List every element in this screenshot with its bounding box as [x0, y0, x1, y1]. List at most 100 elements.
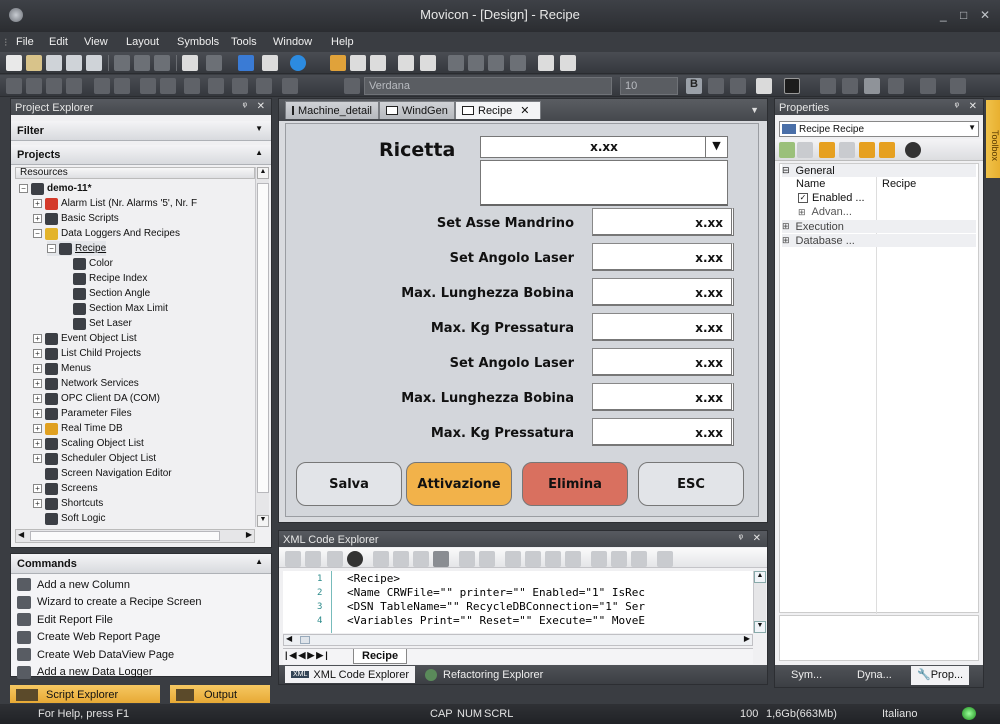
find-icon[interactable] [510, 55, 526, 71]
screen-icon[interactable] [262, 55, 278, 71]
tree-item[interactable]: + Screens [33, 481, 98, 496]
expand-icon[interactable]: + [33, 199, 42, 208]
expand-icon[interactable]: + [33, 484, 42, 493]
tree-item[interactable]: Screen Navigation Editor [33, 466, 172, 481]
menu-tools[interactable]: Tools [231, 36, 257, 48]
tab-machine-detail[interactable]: Machine_detail [285, 101, 379, 119]
copy-icon[interactable] [393, 551, 409, 567]
close-button[interactable]: ✕ [980, 8, 990, 22]
command-item[interactable]: Create Web Report Page [17, 629, 160, 646]
print-preview-icon[interactable] [538, 55, 554, 71]
space-h-icon[interactable] [184, 78, 200, 94]
scroll-right-icon[interactable]: ▶ [246, 530, 252, 539]
tree-item[interactable]: + Scaling Object List [33, 436, 144, 451]
tree-item[interactable]: − Recipe [47, 241, 107, 256]
sheet-tab-recipe[interactable]: Recipe [353, 649, 408, 664]
align-left-icon[interactable] [6, 78, 22, 94]
help-icon[interactable] [560, 55, 576, 71]
copy-icon[interactable] [134, 55, 150, 71]
expand-icon[interactable]: + [33, 409, 42, 418]
toolbox-strip[interactable]: Toolbox [986, 100, 1000, 178]
symbols-tab[interactable]: Sym... [785, 667, 828, 685]
tree-item[interactable]: Section Max Limit [61, 301, 168, 316]
close-panel-icon[interactable]: ✕ [257, 101, 265, 112]
move-icon[interactable] [232, 78, 248, 94]
text-left-icon[interactable] [820, 78, 836, 94]
xml-code-explorer-tab[interactable]: XML XML Code Explorer [285, 666, 415, 683]
cut-icon[interactable] [114, 55, 130, 71]
category-execution[interactable]: ⊞ Execution [782, 220, 976, 233]
dynamic-tab[interactable]: Dyna... [851, 667, 898, 685]
field-value-input[interactable]: x.xx [592, 278, 734, 306]
expand-icon[interactable]: + [33, 349, 42, 358]
expand-icon[interactable]: + [33, 334, 42, 343]
expand-icon[interactable]: ⊞ [782, 235, 790, 246]
chevron-up-icon[interactable]: ▲ [255, 557, 263, 566]
tab-recipe[interactable]: Recipe ✕ [455, 101, 541, 119]
expand-icon[interactable]: ⊞ [798, 207, 806, 218]
h-scroll-thumb[interactable] [30, 531, 220, 541]
font-icon[interactable] [344, 78, 360, 94]
pin-icon[interactable]: ᵠ [739, 533, 743, 544]
tree-item[interactable]: + Event Object List [33, 331, 137, 346]
combo-chevron-icon[interactable]: ▼ [705, 137, 727, 157]
help-icon[interactable] [905, 142, 921, 158]
apply-icon[interactable] [779, 142, 795, 158]
collapse-icon[interactable]: − [47, 244, 56, 253]
tree-item[interactable]: + Shortcuts [33, 496, 103, 511]
redo-icon[interactable] [479, 551, 495, 567]
sheet-nav-icon[interactable]: |◀◀▶▶| [285, 650, 330, 661]
align-right-icon[interactable] [26, 78, 42, 94]
bookmark-prev-icon[interactable] [545, 551, 561, 567]
prop-enabled[interactable]: ✓ Enabled ... [798, 192, 865, 204]
tab-list-chevron-icon[interactable]: ▼ [750, 105, 759, 115]
align-top-icon[interactable] [46, 78, 62, 94]
alphabetical-icon[interactable] [839, 142, 855, 158]
expand-icon[interactable]: + [33, 364, 42, 373]
filter-section[interactable]: Filter ▼ [11, 121, 271, 141]
projects-section[interactable]: Projects ▲ [11, 145, 271, 165]
menu-layout[interactable]: Layout [126, 36, 159, 48]
font-size-combo[interactable]: 10 [620, 77, 678, 95]
command-item[interactable]: Wizard to create a Recipe Screen [17, 594, 201, 611]
save-icon[interactable] [46, 55, 62, 71]
same-size-icon[interactable] [94, 78, 110, 94]
tree-item[interactable]: − demo-11* [19, 181, 91, 196]
category-database[interactable]: ⊞ Database ... [782, 234, 976, 247]
line-color-icon[interactable] [784, 78, 800, 94]
tree-item[interactable]: Set Laser [61, 316, 132, 331]
tree-item[interactable]: + Alarm List (Nr. Alarms '5', Nr. F [33, 196, 197, 211]
cancel-icon[interactable] [305, 551, 321, 567]
scroll-right-icon[interactable]: ▶ [744, 634, 750, 643]
maximize-button[interactable]: □ [960, 8, 967, 22]
link-icon[interactable] [468, 55, 484, 71]
zoom-icon[interactable] [950, 78, 966, 94]
recipe-combo[interactable]: x.xx ▼ [480, 136, 728, 158]
expand-icon[interactable]: + [33, 499, 42, 508]
bookmark-clear-icon[interactable] [565, 551, 581, 567]
tree-item[interactable]: + Real Time DB [33, 421, 123, 436]
print-icon[interactable] [657, 551, 673, 567]
expand-icon[interactable]: + [33, 454, 42, 463]
close-panel-icon[interactable]: ✕ [969, 101, 977, 112]
layer-icon[interactable] [920, 78, 936, 94]
script-explorer-tab[interactable]: Script Explorer [10, 685, 160, 703]
xml-vertical-scrollbar[interactable]: ▲ ▼ [753, 571, 766, 633]
undo-icon[interactable] [459, 551, 475, 567]
menu-window[interactable]: Window [273, 36, 312, 48]
tree-item[interactable]: Color [61, 256, 113, 271]
chevron-down-icon[interactable]: ▼ [968, 123, 976, 132]
tag-icon[interactable] [370, 55, 386, 71]
enabled-checkbox[interactable]: ✓ [798, 193, 808, 203]
tree-item[interactable]: + OPC Client DA (COM) [33, 391, 160, 406]
new-icon[interactable] [6, 55, 22, 71]
scroll-up-icon[interactable]: ▲ [257, 167, 269, 179]
expand-icon[interactable]: ⊞ [782, 221, 790, 232]
tab-windgen[interactable]: WindGen [379, 101, 455, 119]
menu-file[interactable]: File [16, 36, 34, 48]
bold-icon[interactable]: B [686, 78, 702, 94]
line-style-icon[interactable] [256, 78, 272, 94]
resource-icon[interactable] [350, 55, 366, 71]
tree-item[interactable]: Recipe Index [61, 271, 147, 286]
scroll-down-icon[interactable]: ▼ [754, 621, 766, 633]
